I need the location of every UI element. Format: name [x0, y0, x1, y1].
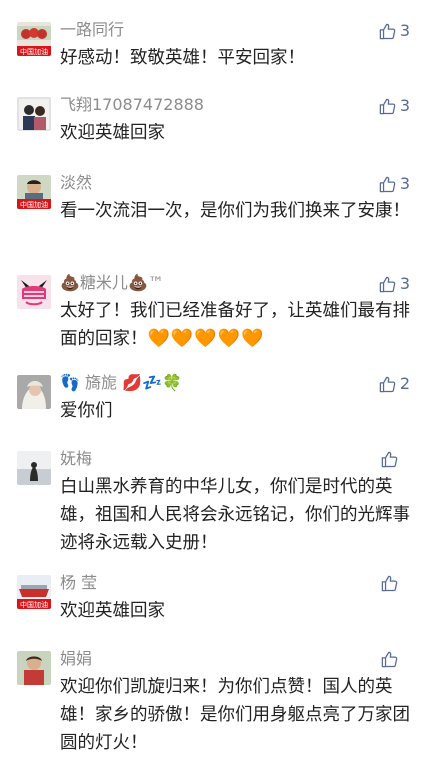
like-button[interactable]: [380, 650, 410, 669]
comment-text: 欢迎你们凯旋归来！为你们点赞！国人的英雄！家乡的骄傲！是你们用身躯点亮了万家团圆…: [60, 677, 410, 753]
thumbs-up-icon: [379, 98, 396, 114]
comment-text: 看一次流泪一次，是你们为我们换来了安康！: [60, 201, 410, 221]
like-button[interactable]: 2: [378, 374, 410, 394]
avatar[interactable]: [17, 651, 51, 685]
svg-text:中国加油: 中国加油: [20, 200, 48, 209]
comment-text: 好感动！致敬英雄！平安回家！: [60, 48, 305, 68]
like-count: 3: [399, 21, 410, 40]
comment-author[interactable]: 飞翔17087472888: [60, 95, 204, 115]
thumbs-up-icon: [381, 451, 398, 468]
comment-text: 欢迎英雄回家: [60, 601, 165, 621]
comment-author[interactable]: 👣 旖旎 💋💤🍀: [60, 373, 182, 393]
like-count: 3: [399, 96, 410, 115]
comment-author[interactable]: 淡然: [60, 173, 92, 193]
comment-author[interactable]: 💩糖米儿💩™: [60, 273, 164, 293]
author-suffix-emoji: 💩™: [127, 273, 164, 292]
avatar[interactable]: [17, 451, 51, 485]
author-suffix-emoji: 💋💤🍀: [122, 373, 182, 392]
thumbs-up-icon: [381, 575, 398, 592]
thumbs-up-icon: [379, 176, 396, 192]
like-button[interactable]: 3: [378, 274, 410, 294]
like-count: 2: [399, 374, 410, 393]
like-button[interactable]: [380, 574, 410, 593]
comment-author[interactable]: 一路同行: [60, 20, 124, 40]
avatar[interactable]: 中国加油: [17, 175, 51, 209]
like-button[interactable]: 3: [378, 174, 410, 194]
like-button[interactable]: 3: [378, 21, 410, 41]
like-button[interactable]: 3: [378, 96, 410, 116]
avatar[interactable]: 中国加油: [17, 22, 51, 56]
like-button[interactable]: [380, 450, 410, 469]
thumbs-up-icon: [379, 23, 396, 39]
avatar[interactable]: [17, 275, 51, 309]
svg-text:中国加油: 中国加油: [20, 600, 48, 609]
author-prefix-emoji: 👣: [60, 373, 80, 392]
author-name: 旖旎: [85, 373, 118, 392]
comment-author[interactable]: 杨 莹: [60, 573, 97, 593]
comment-text: 爱你们: [60, 401, 113, 421]
comment-author[interactable]: 娟娟: [60, 649, 92, 669]
avatar[interactable]: [17, 97, 51, 131]
thumbs-up-icon: [379, 276, 396, 292]
comment-author[interactable]: 妩梅: [60, 449, 92, 469]
like-count: 3: [399, 174, 410, 193]
thumbs-up-icon: [381, 651, 398, 668]
avatar[interactable]: [17, 375, 51, 409]
comment-text: 太好了！我们已经准备好了，让英雄们最有排面的回家！🧡🧡🧡🧡🧡: [60, 297, 410, 353]
author-prefix-emoji: 💩: [60, 273, 80, 292]
comment-text: 欢迎英雄回家: [60, 123, 165, 143]
comment-text: 白山黑水养育的中华儿女，你们是时代的英雄，祖国和人民将会永远铭记，你们的光辉事迹…: [60, 477, 410, 553]
avatar[interactable]: 中国加油: [17, 575, 51, 609]
thumbs-up-icon: [379, 376, 396, 392]
heart-emojis: 🧡🧡🧡🧡🧡: [147, 328, 265, 349]
like-count: 3: [399, 274, 410, 293]
author-name: 糖米儿: [79, 273, 128, 292]
svg-text:中国加油: 中国加油: [20, 47, 48, 56]
